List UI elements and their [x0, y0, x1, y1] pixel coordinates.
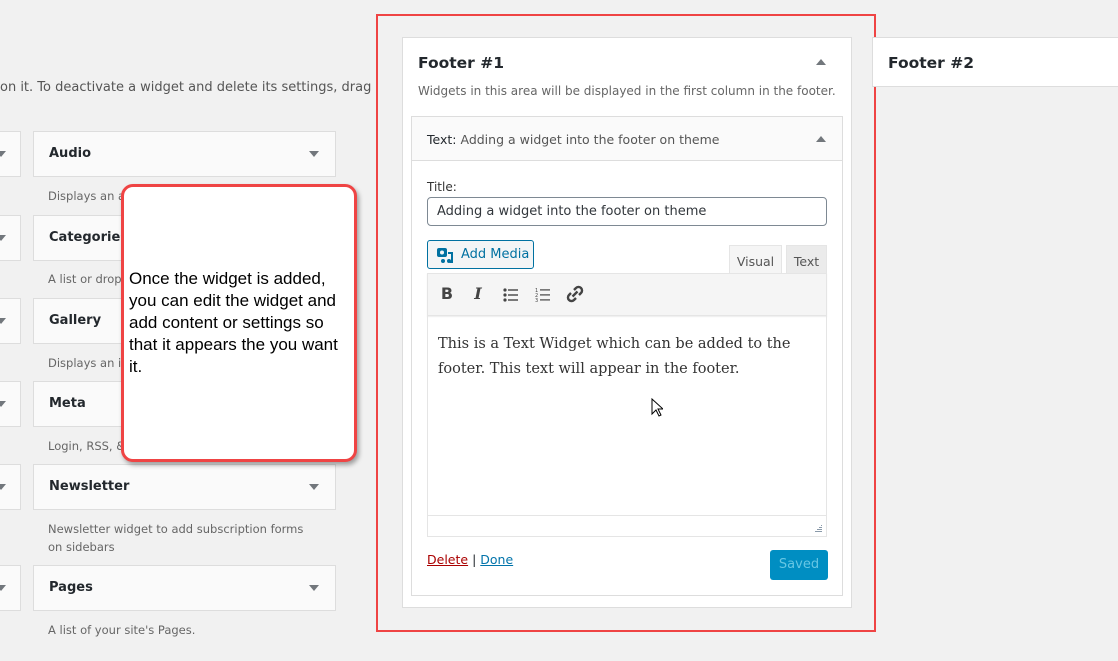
widget-audio[interactable]: Audio [33, 131, 336, 177]
collapse-icon[interactable] [816, 59, 826, 65]
resize-handle-icon[interactable] [814, 524, 823, 533]
mouse-cursor-icon [651, 398, 663, 417]
widget-partial[interactable] [0, 381, 21, 427]
add-media-button[interactable]: Add Media [427, 240, 534, 269]
widget-partial[interactable] [0, 565, 21, 611]
tab-visual[interactable]: Visual [729, 245, 782, 274]
footer-1-desc: Widgets in this area will be displayed i… [418, 84, 836, 98]
italic-icon[interactable]: I [468, 284, 488, 304]
footer-2-sidebar[interactable]: Footer #2 [872, 37, 1118, 87]
delete-link[interactable]: Delete [427, 552, 468, 567]
widget-partial[interactable] [0, 131, 21, 177]
bold-icon[interactable]: B [437, 284, 457, 304]
tab-text[interactable]: Text [786, 245, 827, 274]
editor-content[interactable]: This is a Text Widget which can be added… [427, 316, 827, 517]
widget-title: Adding a widget into the footer on theme [460, 132, 720, 147]
widget-pages[interactable]: Pages [33, 565, 336, 611]
media-icon [437, 248, 453, 263]
instructions-text: on it. To deactivate a widget and delete… [0, 80, 372, 95]
widget-partial[interactable] [0, 464, 21, 510]
bullet-list-icon[interactable] [503, 288, 519, 302]
widget-type: Text: [427, 132, 457, 147]
separator: | [472, 552, 477, 567]
chevron-down-icon[interactable] [309, 585, 319, 591]
annotation-callout: Once the widget is added, you can edit t… [121, 184, 357, 462]
chevron-down-icon[interactable] [309, 151, 319, 157]
footer-1-sidebar: Footer #1 Widgets in this area will be d… [402, 37, 852, 608]
collapse-icon[interactable] [816, 136, 826, 142]
editor-statusbar [427, 515, 827, 537]
widget-partial[interactable] [0, 298, 21, 344]
done-link[interactable]: Done [480, 552, 513, 567]
text-widget: Text: Adding a widget into the footer on… [411, 116, 843, 596]
svg-text:3: 3 [535, 298, 538, 302]
footer-1-title: Footer #1 [418, 54, 504, 72]
widget-header[interactable]: Text: Adding a widget into the footer on… [412, 117, 842, 161]
widget-desc: Newsletter widget to add subscription fo… [48, 522, 304, 554]
widget-desc: A list of your site's Pages. [48, 623, 196, 637]
saved-button[interactable]: Saved [770, 550, 828, 580]
title-label: Title: [427, 180, 457, 194]
editor-toolbar: B I 123 [427, 273, 827, 316]
numbered-list-icon[interactable]: 123 [535, 288, 551, 302]
link-icon[interactable] [566, 285, 584, 303]
footer-2-title: Footer #2 [888, 54, 974, 72]
widget-partial[interactable] [0, 215, 21, 261]
widget-newsletter[interactable]: Newsletter [33, 464, 336, 510]
title-input[interactable] [427, 197, 827, 226]
chevron-down-icon[interactable] [309, 484, 319, 490]
